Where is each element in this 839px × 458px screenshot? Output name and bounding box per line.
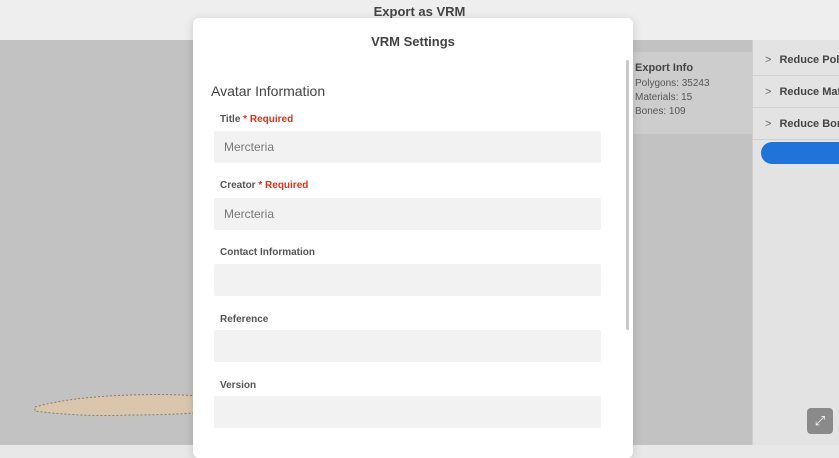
contact-field-label: Contact Information [220, 247, 315, 258]
chevron-right-icon: > [765, 117, 772, 130]
right-panel: > Reduce Polygons > Reduce Materials > R… [752, 40, 839, 445]
section-title: Avatar Information [211, 83, 326, 99]
creator-label-text: Creator [220, 180, 256, 191]
export-info-panel: Export Info Polygons: 35243 Materials: 1… [625, 52, 763, 134]
reference-field-label: Reference [220, 314, 269, 325]
reduce-materials-label: Reduce Materials [779, 85, 839, 98]
creator-input[interactable] [214, 198, 601, 230]
export-info-title: Export Info [635, 62, 694, 74]
vrm-settings-dialog: VRM Settings Avatar Information Title * … [193, 18, 633, 458]
reduce-bones-item[interactable]: > Reduce Bones [753, 108, 839, 140]
reduce-polygons-label: Reduce Polygons [779, 53, 839, 66]
title-input[interactable] [214, 131, 601, 163]
material-count: Materials: 15 [635, 92, 693, 103]
reference-input[interactable] [214, 330, 601, 362]
reduce-bones-label: Reduce Bones [779, 117, 839, 130]
chevron-right-icon: > [765, 85, 772, 98]
dialog-title: VRM Settings [371, 34, 455, 49]
fullscreen-icon: ⤢ [814, 413, 826, 428]
required-marker: * Required [258, 180, 309, 191]
creator-field-label: Creator * Required [220, 180, 308, 191]
app-root: Export as VRM Export Info Polygons: 3524… [0, 0, 839, 458]
fullscreen-button[interactable]: ⤢ [807, 408, 833, 434]
chevron-right-icon: > [765, 53, 772, 66]
polygon-count: Polygons: 35243 [635, 78, 710, 89]
title-field-label: Title * Required [220, 114, 293, 125]
dialog-scrollbar[interactable] [626, 60, 629, 330]
bone-count: Bones: 109 [635, 106, 686, 117]
avatar-model [34, 394, 219, 416]
reduce-materials-item[interactable]: > Reduce Materials [753, 76, 839, 108]
reduce-polygons-item[interactable]: > Reduce Polygons [753, 44, 839, 76]
version-input[interactable] [214, 396, 601, 428]
title-label-text: Title [220, 114, 241, 125]
required-marker: * Required [243, 114, 294, 125]
primary-action-button[interactable] [761, 142, 839, 164]
window-title: Export as VRM [373, 4, 466, 19]
contact-input[interactable] [214, 264, 601, 296]
version-field-label: Version [220, 380, 257, 391]
